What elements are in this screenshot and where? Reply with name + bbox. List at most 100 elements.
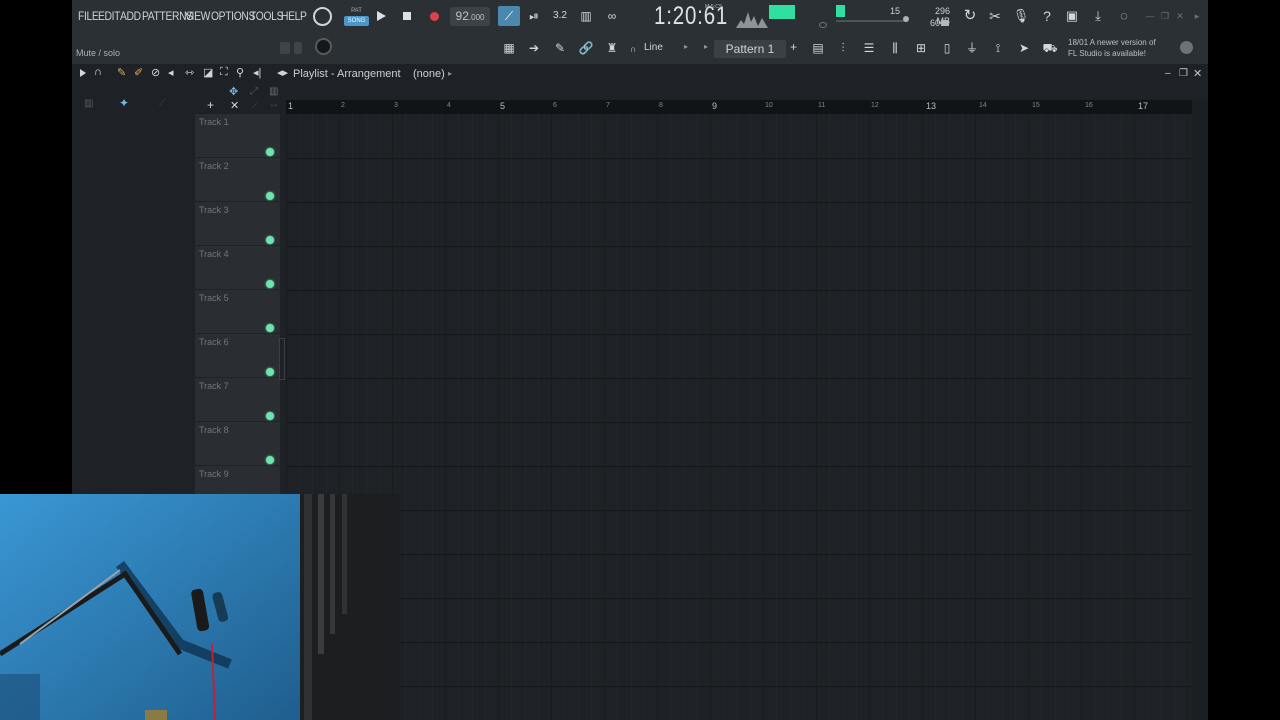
track-header[interactable]: Track 8 bbox=[195, 422, 280, 466]
arrow-tool-icon[interactable]: ➔ bbox=[523, 38, 545, 58]
step-edit-icon[interactable]: ▥ bbox=[575, 6, 597, 26]
master-pitch-knob[interactable] bbox=[315, 38, 332, 55]
playlist-close-icon[interactable]: ✕ bbox=[1193, 67, 1202, 80]
pat-song-toggle[interactable]: PAT SONG bbox=[344, 6, 369, 26]
menu-view[interactable]: VIEW bbox=[185, 9, 210, 23]
mute-tool-icon[interactable]: ◂ bbox=[168, 66, 174, 79]
tempo-display[interactable]: 92.000 bbox=[450, 7, 490, 26]
piano-roll-window-icon[interactable]: ☰ bbox=[858, 38, 880, 58]
track-header[interactable]: Track 5 bbox=[195, 290, 280, 334]
track-led-icon[interactable] bbox=[266, 324, 274, 332]
export-icon[interactable]: ⤓ bbox=[1087, 6, 1109, 26]
save-icon[interactable]: ▣ bbox=[1061, 6, 1083, 26]
track-header[interactable]: Track 3 bbox=[195, 202, 280, 246]
pattern-prev-icon[interactable]: ▸ bbox=[704, 42, 708, 51]
undo-icon[interactable]: ↻ bbox=[959, 6, 981, 26]
waveform-icon[interactable]: ✦ bbox=[119, 96, 129, 110]
pick-icon[interactable]: ⟟ bbox=[987, 38, 1009, 58]
arrangement-selector[interactable]: (none) bbox=[413, 68, 445, 80]
track-led-icon[interactable] bbox=[266, 456, 274, 464]
timeline-ruler[interactable]: 1 2 3 4 5 6 7 8 9 10 11 12 13 14 15 16 1… bbox=[286, 100, 1192, 114]
stop-icon[interactable] bbox=[403, 12, 411, 20]
track-header[interactable]: Track 2 bbox=[195, 158, 280, 202]
loop-record-icon[interactable]: ∞ bbox=[601, 6, 623, 26]
draw-tool-icon[interactable]: ✎ bbox=[117, 66, 126, 79]
playlist-maximize-icon[interactable]: ❐ bbox=[1179, 68, 1188, 79]
zoom-tool-icon[interactable]: ⚲ bbox=[236, 66, 244, 79]
link-icon[interactable]: 🔗 bbox=[575, 38, 597, 58]
automation-icon[interactable]: ⟋ bbox=[159, 98, 166, 109]
delete-tool-icon[interactable]: ⊘ bbox=[151, 66, 160, 79]
bar-number: 6 bbox=[553, 102, 557, 109]
track-tool-icon-2[interactable]: ⇿ bbox=[270, 100, 278, 111]
track-header[interactable]: Track 6 bbox=[195, 334, 280, 378]
track-led-icon[interactable] bbox=[266, 236, 274, 244]
browser-icon[interactable]: ⊞ bbox=[910, 38, 932, 58]
snap-arrow-icon[interactable]: ▸ bbox=[684, 42, 688, 51]
track-led-icon[interactable] bbox=[266, 280, 274, 288]
remove-track-button[interactable]: ✕ bbox=[230, 99, 239, 112]
master-volume-knob[interactable] bbox=[313, 7, 332, 26]
snap-magnet-icon[interactable]: ∩ bbox=[94, 66, 102, 78]
select-tool-icon[interactable]: ⛶ bbox=[220, 66, 228, 79]
menu-add[interactable]: ADD bbox=[120, 9, 141, 23]
track-mode-icon[interactable]: ▥ bbox=[269, 86, 278, 97]
track-led-icon[interactable] bbox=[266, 412, 274, 420]
countdown-icon[interactable]: 3.2 bbox=[549, 6, 571, 26]
piano-roll-icon[interactable]: ▦ bbox=[498, 38, 520, 58]
menu-file[interactable]: FILE bbox=[78, 9, 99, 23]
pattern-selector[interactable]: Pattern 1 bbox=[714, 40, 786, 58]
zoom-vertical-icon[interactable]: ⤢ bbox=[250, 86, 258, 97]
track-header[interactable]: Track 4 bbox=[195, 246, 280, 290]
plugin-icon[interactable]: ⏚ bbox=[961, 38, 983, 58]
playlist-menu-arrow-icon[interactable] bbox=[80, 69, 86, 77]
menu-edit[interactable]: EDIT bbox=[98, 9, 120, 23]
template-icon[interactable]: ▯ bbox=[936, 38, 958, 58]
vertical-scrollbar[interactable] bbox=[1192, 100, 1208, 720]
metronome-icon[interactable]: ⟋ bbox=[498, 6, 520, 26]
bar-number: 7 bbox=[606, 102, 610, 109]
track-led-icon[interactable] bbox=[266, 368, 274, 376]
add-track-button[interactable]: + bbox=[207, 98, 214, 112]
update-notice[interactable]: 18/01 A newer version of FL Studio is av… bbox=[1068, 37, 1156, 59]
track-header[interactable]: Track 1 bbox=[195, 114, 280, 158]
snap-value[interactable]: Line bbox=[644, 42, 663, 53]
menu-options[interactable]: OPTIONS bbox=[211, 9, 255, 23]
paint-tool-icon[interactable]: ✐ bbox=[134, 66, 143, 79]
playback-tool-icon[interactable]: ◂| bbox=[253, 66, 261, 79]
slice-tool-icon[interactable]: ◪ bbox=[203, 66, 213, 79]
zoom-horizontal-icon[interactable]: ✥ bbox=[229, 85, 238, 98]
playlist-icon[interactable]: ▤ bbox=[807, 38, 829, 58]
chat-icon[interactable]: ◌ bbox=[1113, 6, 1135, 26]
cut-icon[interactable]: ✂ bbox=[984, 6, 1006, 26]
record-icon[interactable] bbox=[430, 12, 439, 21]
mixer-icon[interactable]: ⫼ bbox=[884, 38, 906, 58]
send-icon[interactable]: ➤ bbox=[1013, 38, 1035, 58]
bar-number: 9 bbox=[712, 101, 718, 111]
channel-rack-icon[interactable]: ⫶ bbox=[832, 38, 854, 58]
play-icon[interactable] bbox=[377, 11, 386, 21]
help-icon[interactable]: ? bbox=[1036, 6, 1058, 26]
microphone-icon[interactable]: 🎙 bbox=[1010, 6, 1032, 26]
track-resize-handle[interactable] bbox=[279, 338, 285, 380]
arrangement-arrow-icon[interactable]: ▸ bbox=[448, 69, 452, 78]
stamp-icon[interactable]: ♜ bbox=[601, 38, 623, 58]
track-header[interactable]: Track 7 bbox=[195, 378, 280, 422]
playlist-nav-icon[interactable]: ◂▸ bbox=[277, 66, 288, 79]
track-led-icon[interactable] bbox=[266, 148, 274, 156]
menu-help[interactable]: HELP bbox=[281, 9, 307, 23]
slip-tool-icon[interactable]: ⇿ bbox=[185, 66, 194, 79]
track-led-icon[interactable] bbox=[266, 192, 274, 200]
playlist-grid[interactable] bbox=[286, 114, 1192, 720]
globe-icon[interactable] bbox=[1180, 41, 1193, 54]
cpu-slider-handle[interactable] bbox=[903, 16, 909, 22]
add-pattern-button[interactable]: + bbox=[790, 40, 797, 54]
track-tool-icon[interactable]: ⟋ bbox=[252, 100, 258, 111]
menu-arrow-icon[interactable]: ▸ bbox=[1186, 6, 1208, 26]
picker-panel-icon[interactable]: ▥ bbox=[84, 98, 93, 109]
menu-tools[interactable]: TOOLS bbox=[250, 9, 283, 23]
shop-icon[interactable]: ⛟ bbox=[1039, 38, 1061, 58]
playlist-minimize-icon[interactable]: ‒ bbox=[1165, 68, 1171, 79]
wait-for-input-icon[interactable]: ⏯ bbox=[523, 6, 545, 26]
pencil-tool-icon[interactable]: ✎ bbox=[549, 38, 571, 58]
